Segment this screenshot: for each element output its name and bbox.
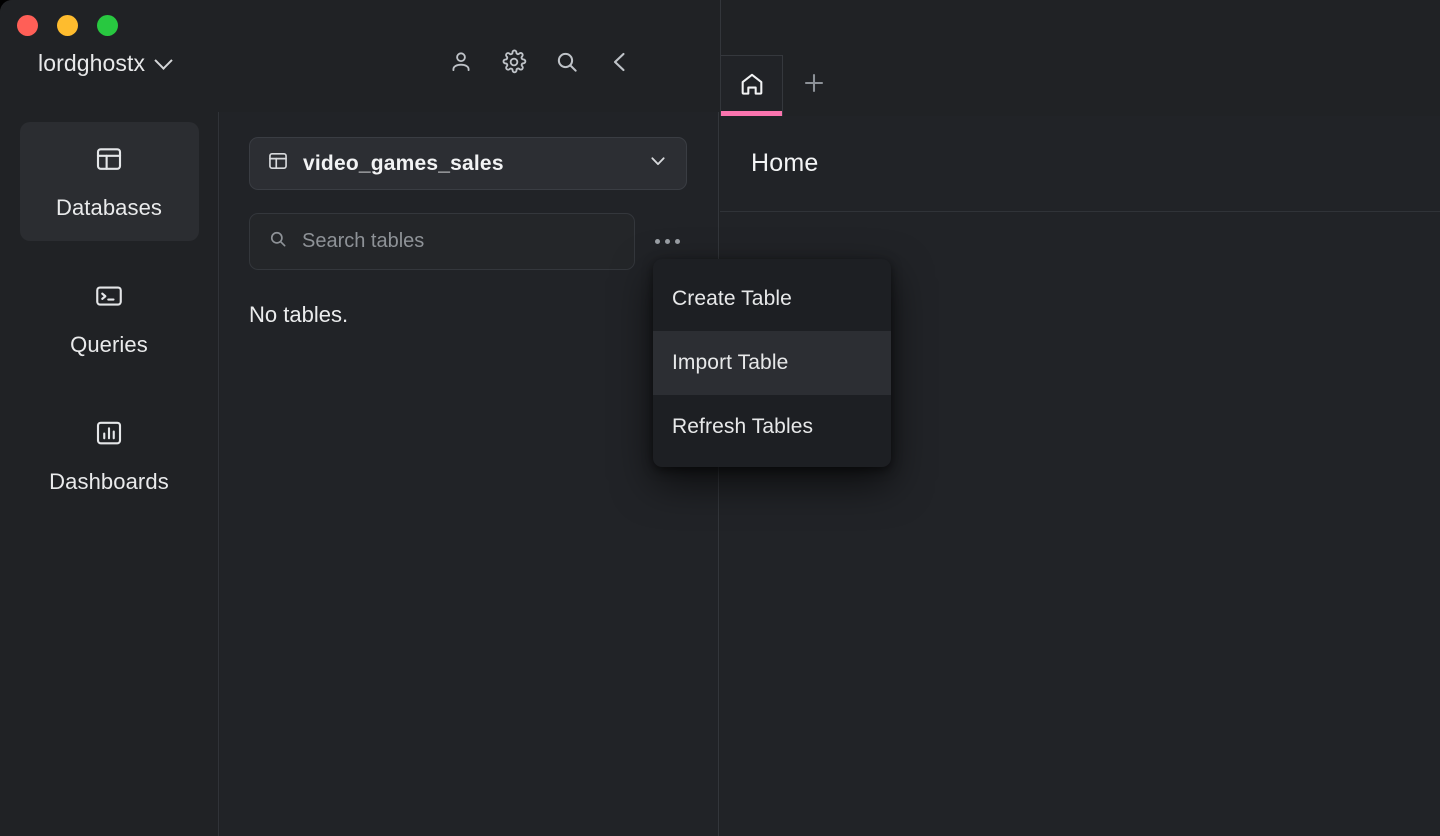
account-icon	[448, 49, 474, 75]
sidebar: Databases Queries Dashboards	[0, 112, 219, 836]
ellipsis-icon	[674, 239, 680, 244]
terminal-icon	[94, 281, 124, 316]
titlebar-actions	[443, 44, 638, 80]
chevron-down-icon	[647, 150, 669, 177]
new-tab-button[interactable]	[783, 55, 845, 116]
plus-icon	[801, 70, 827, 101]
sidebar-item-label: Queries	[70, 332, 148, 357]
menu-item-create-table[interactable]: Create Table	[653, 267, 891, 331]
maximize-window-button[interactable]	[97, 15, 118, 36]
application-window: lordghostx Databases Queries Dashboards …	[0, 0, 1440, 836]
titlebar: lordghostx	[0, 0, 720, 112]
ellipsis-icon	[654, 239, 660, 244]
back-button[interactable]	[602, 44, 638, 80]
search-tables-input[interactable]	[302, 230, 616, 253]
tabstrip	[720, 0, 1440, 116]
search-icon	[268, 229, 288, 254]
tab-home[interactable]	[721, 55, 783, 116]
layout-panel-icon	[94, 144, 124, 179]
tables-panel: video_games_sales Search tables No table…	[220, 112, 719, 836]
tab-list	[721, 55, 845, 116]
layout-panel-icon	[267, 150, 289, 177]
sidebar-item-label: Databases	[55, 195, 163, 220]
menu-item-import-table[interactable]: Import Table	[653, 331, 891, 395]
ellipsis-icon	[664, 239, 670, 244]
database-selector[interactable]: video_games_sales	[249, 137, 687, 190]
workspace-name: lordghostx	[38, 50, 146, 76]
bar-chart-icon	[94, 418, 124, 453]
window-controls	[17, 15, 118, 36]
search-icon	[554, 49, 580, 75]
tables-empty-state: No tables.	[249, 302, 349, 327]
tables-context-menu: Create Table Import Table Refresh Tables	[653, 259, 891, 467]
sidebar-item-dashboards[interactable]: Dashboards	[20, 396, 199, 515]
main-content: Home	[720, 116, 1440, 836]
database-name: video_games_sales	[303, 151, 504, 175]
sidebar-item-databases[interactable]: Databases	[19, 122, 199, 241]
settings-button[interactable]	[496, 44, 532, 80]
close-window-button[interactable]	[17, 15, 38, 36]
workspace-switcher[interactable]: lordghostx	[38, 50, 173, 77]
tables-search-row	[249, 213, 708, 270]
sidebar-item-label: Dashboards	[49, 469, 169, 494]
sidebar-item-queries[interactable]: Queries	[20, 259, 199, 378]
tables-more-options-button[interactable]	[647, 222, 687, 262]
home-icon	[739, 71, 765, 102]
minimize-window-button[interactable]	[57, 15, 78, 36]
search-button[interactable]	[549, 44, 585, 80]
account-button[interactable]	[443, 44, 479, 80]
search-tables-box[interactable]	[249, 213, 635, 270]
page-title: Home	[751, 149, 819, 177]
chevron-left-icon	[607, 49, 633, 75]
content-header: Home	[720, 116, 1440, 212]
menu-item-refresh-tables[interactable]: Refresh Tables	[653, 395, 891, 459]
chevron-down-icon	[154, 51, 173, 70]
gear-icon	[501, 49, 527, 75]
